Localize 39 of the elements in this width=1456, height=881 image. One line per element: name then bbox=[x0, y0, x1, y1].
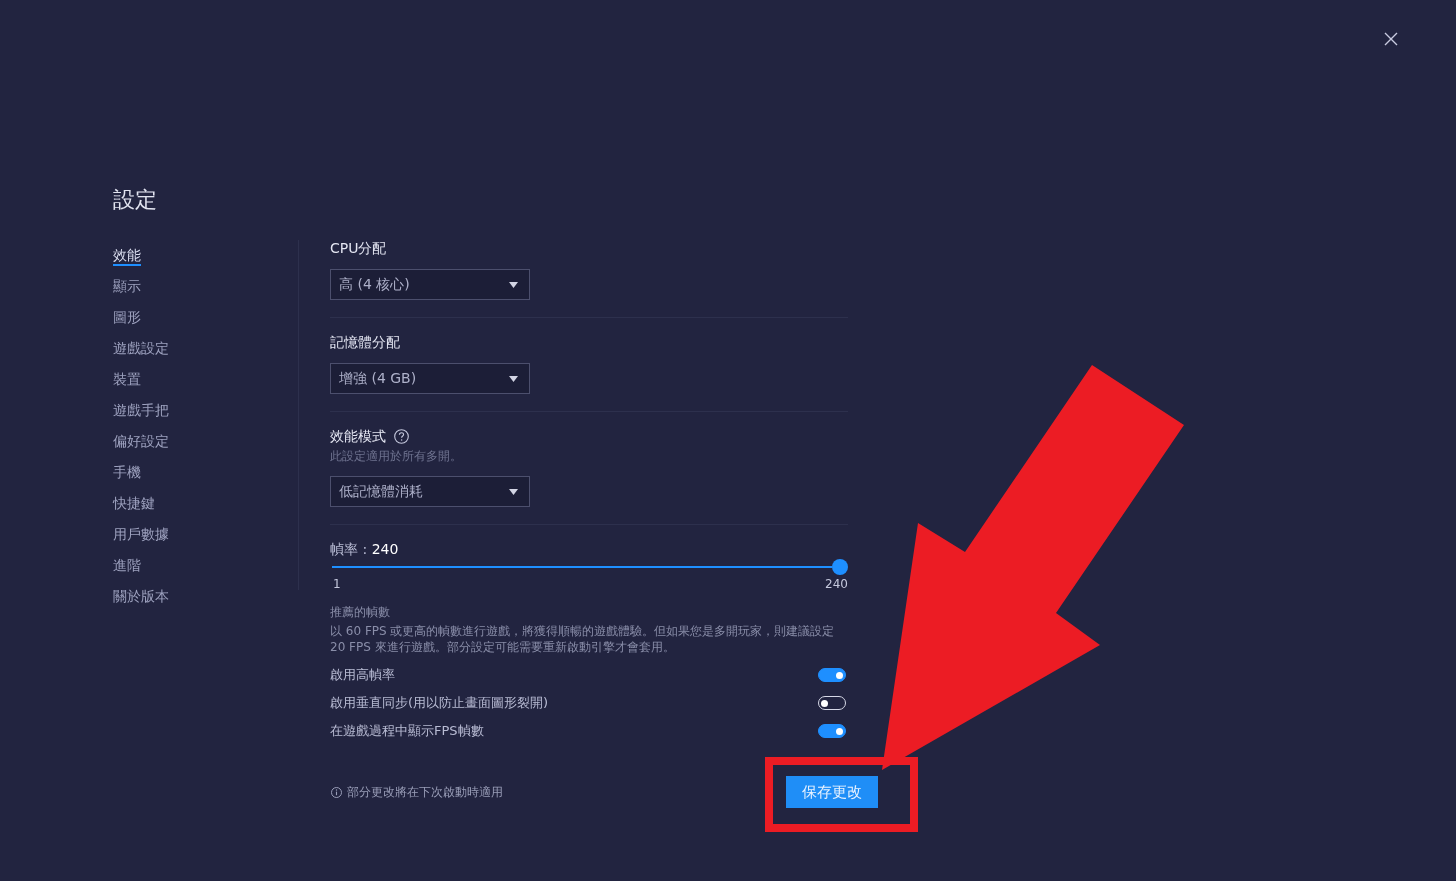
toggle-switch[interactable] bbox=[818, 724, 846, 738]
sidebar-item[interactable]: 進階 bbox=[113, 556, 141, 576]
sidebar-item[interactable]: 關於版本 bbox=[113, 587, 169, 607]
sidebar-item[interactable]: 效能 bbox=[113, 246, 141, 266]
caret-icon bbox=[509, 488, 518, 495]
toggle-label: 在遊戲過程中顯示FPS幀數 bbox=[330, 722, 484, 740]
slider-min-label: 1 bbox=[333, 577, 341, 591]
sidebar-item[interactable]: 快捷鍵 bbox=[113, 494, 155, 514]
toggle-label: 啟用垂直同步(用以防止畫面圖形裂開) bbox=[330, 694, 549, 712]
help-icon[interactable] bbox=[394, 428, 409, 444]
hint-text: 以 60 FPS 或更高的幀數進行遊戲，將獲得順暢的遊戲體驗。但如果您是多開玩家，則建議設定 20 FPS 來進行遊戲。部分設定可能需要重新啟動引擎才會套用。 bbox=[330, 623, 836, 655]
setting-label: 幀率 : 240 bbox=[330, 540, 399, 559]
close-icon bbox=[1384, 32, 1398, 46]
sidebar-item[interactable]: 手機 bbox=[113, 463, 141, 483]
setting-label: CPU分配 bbox=[330, 239, 387, 258]
slider-max-label: 240 bbox=[825, 577, 848, 591]
sidebar-item[interactable]: 裝置 bbox=[113, 370, 141, 390]
setting-label: 效能模式 bbox=[330, 427, 386, 446]
close-button[interactable] bbox=[1384, 32, 1398, 46]
toggle-switch[interactable] bbox=[818, 668, 846, 682]
sidebar-item[interactable]: 圖形 bbox=[113, 308, 141, 328]
sidebar-item[interactable]: 遊戲手把 bbox=[113, 401, 169, 421]
toggle-label: 啟用高幀率 bbox=[330, 666, 395, 684]
setting-label: 記憶體分配 bbox=[330, 333, 400, 352]
setting-note: 此設定適用於所有多開。 bbox=[330, 448, 462, 464]
footer-note: 部分更改將在下次啟動時適用 bbox=[347, 783, 503, 801]
sidebar-item[interactable]: 顯示 bbox=[113, 277, 141, 297]
page-title: 設定 bbox=[113, 187, 157, 213]
caret-icon bbox=[509, 375, 518, 382]
sidebar-item[interactable]: 遊戲設定 bbox=[113, 339, 169, 359]
slider-thumb[interactable] bbox=[832, 559, 848, 575]
caret-icon bbox=[509, 281, 518, 288]
dropdown[interactable]: 高 (4 核心) bbox=[330, 269, 530, 300]
hint-title: 推薦的幀數 bbox=[330, 604, 390, 620]
dropdown[interactable]: 低記憶體消耗 bbox=[330, 476, 530, 507]
sidebar-item[interactable]: 偏好設定 bbox=[113, 432, 169, 452]
sidebar-item[interactable]: 用戶數據 bbox=[113, 525, 169, 545]
info-icon bbox=[331, 786, 342, 798]
dropdown[interactable]: 增強 (4 GB) bbox=[330, 363, 530, 394]
